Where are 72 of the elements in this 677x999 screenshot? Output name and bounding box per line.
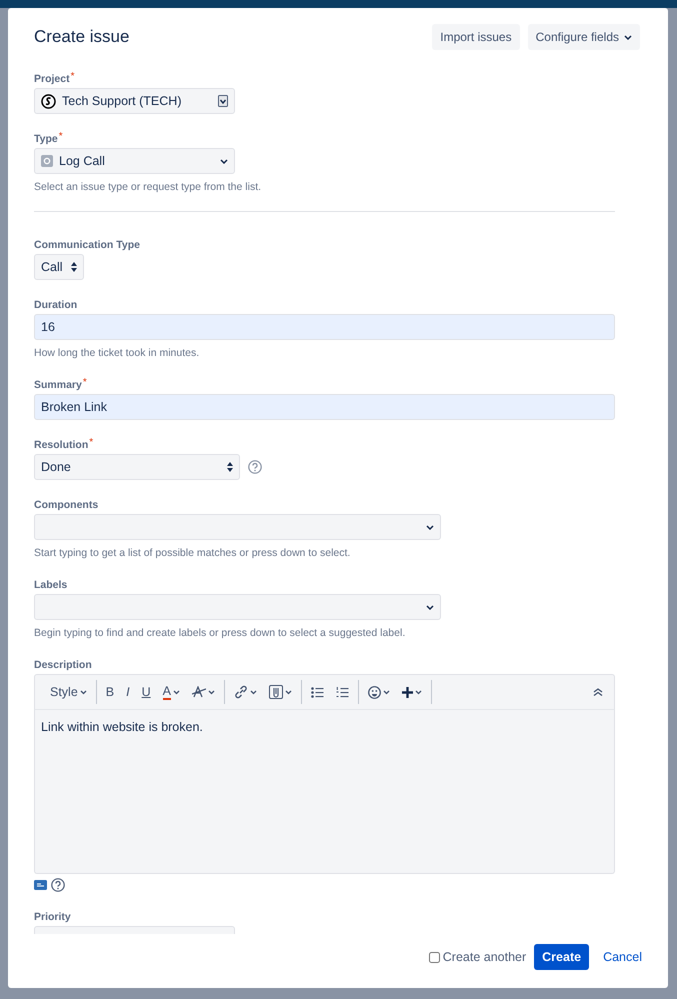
text-color-button[interactable]: A <box>158 680 185 704</box>
field-value: 16 <box>41 318 55 336</box>
dropdown-icon <box>218 95 228 107</box>
field-label: Description <box>34 658 92 672</box>
field-label: Summary <box>34 378 82 392</box>
help-text: Begin typing to find and create labels or press down to select a suggested label. <box>34 626 406 640</box>
help-icon[interactable] <box>248 460 262 474</box>
configure-fields-dropdown[interactable]: Configure fields <box>528 24 640 50</box>
field-value: Broken Link <box>41 398 108 416</box>
select-field[interactable]: Done <box>34 454 240 480</box>
help-icon[interactable] <box>51 878 65 892</box>
field-label: Communication Type <box>34 238 140 252</box>
select-value: Log Call <box>59 152 106 170</box>
folder-icon[interactable] <box>34 880 47 890</box>
field-label: Project <box>34 72 70 86</box>
required-asterisk: * <box>70 72 75 84</box>
cancel-link[interactable]: Cancel <box>597 948 648 966</box>
style-menu[interactable]: Style <box>45 680 92 704</box>
field-label: Duration <box>34 298 78 312</box>
chevron-down-icon <box>426 604 434 610</box>
caret-icon <box>285 690 292 694</box>
help-text: Select an issue type or request type from the list. <box>34 180 262 194</box>
caret-icon <box>383 690 390 694</box>
field-label: Priority <box>34 910 71 924</box>
strikethrough-icon <box>192 686 206 698</box>
numbered-list-icon <box>336 686 349 698</box>
field-label: Resolution <box>34 438 88 452</box>
issue-type-icon <box>41 155 53 167</box>
field-label: Labels <box>34 578 68 592</box>
import-button[interactable]: Import issues <box>432 24 520 50</box>
required-asterisk: * <box>82 378 87 390</box>
field-label: Type <box>34 132 58 146</box>
field-label: Components <box>34 498 98 512</box>
bold-button[interactable]: B <box>100 680 120 704</box>
spinner-arrows-icon <box>227 462 233 472</box>
plus-icon <box>402 686 413 698</box>
create-button[interactable]: Create <box>534 944 590 970</box>
checkbox[interactable] <box>428 952 440 962</box>
text-field[interactable]: Broken Link <box>34 394 615 420</box>
select-field[interactable] <box>34 514 441 540</box>
required-asterisk: * <box>89 438 94 450</box>
help-text: How long the ticket took in minutes. <box>34 346 200 360</box>
attachment-icon <box>269 685 283 699</box>
caret-icon <box>208 690 215 694</box>
help-text: Start typing to get a list of possible matches or press down to select. <box>34 546 352 560</box>
select-field[interactable]: Call <box>34 254 84 280</box>
chevron-down-icon <box>426 524 434 530</box>
type-select[interactable]: Log Call <box>34 148 235 174</box>
italic-button[interactable]: I <box>121 680 135 704</box>
checkbox-label[interactable]: Create another <box>442 948 526 966</box>
chevron-down-icon <box>220 158 228 164</box>
description-editor[interactable]: Link within website is broken. <box>34 710 615 874</box>
dialog-title: Create issue <box>34 27 130 47</box>
select-value: Call <box>41 258 63 276</box>
caret-icon <box>250 690 257 694</box>
underline-button[interactable]: U <box>136 680 156 704</box>
text-field[interactable]: 16 <box>34 314 615 340</box>
required-asterisk: * <box>58 132 63 144</box>
select-value: Tech Support (TECH) <box>62 92 182 110</box>
bullet-list-icon <box>311 686 324 698</box>
select-value: Done <box>41 458 71 476</box>
project-select[interactable]: Tech Support (TECH) <box>34 88 235 114</box>
select-field[interactable] <box>34 594 441 620</box>
link-icon <box>234 685 248 699</box>
collapse-icon <box>593 688 603 696</box>
project-icon <box>41 94 56 108</box>
caret-icon <box>173 690 180 694</box>
smiley-icon <box>368 686 381 698</box>
chevron-down-icon <box>624 34 632 40</box>
caret-icon <box>80 690 87 694</box>
caret-icon <box>415 690 422 694</box>
spinner-arrows-icon <box>71 262 77 272</box>
